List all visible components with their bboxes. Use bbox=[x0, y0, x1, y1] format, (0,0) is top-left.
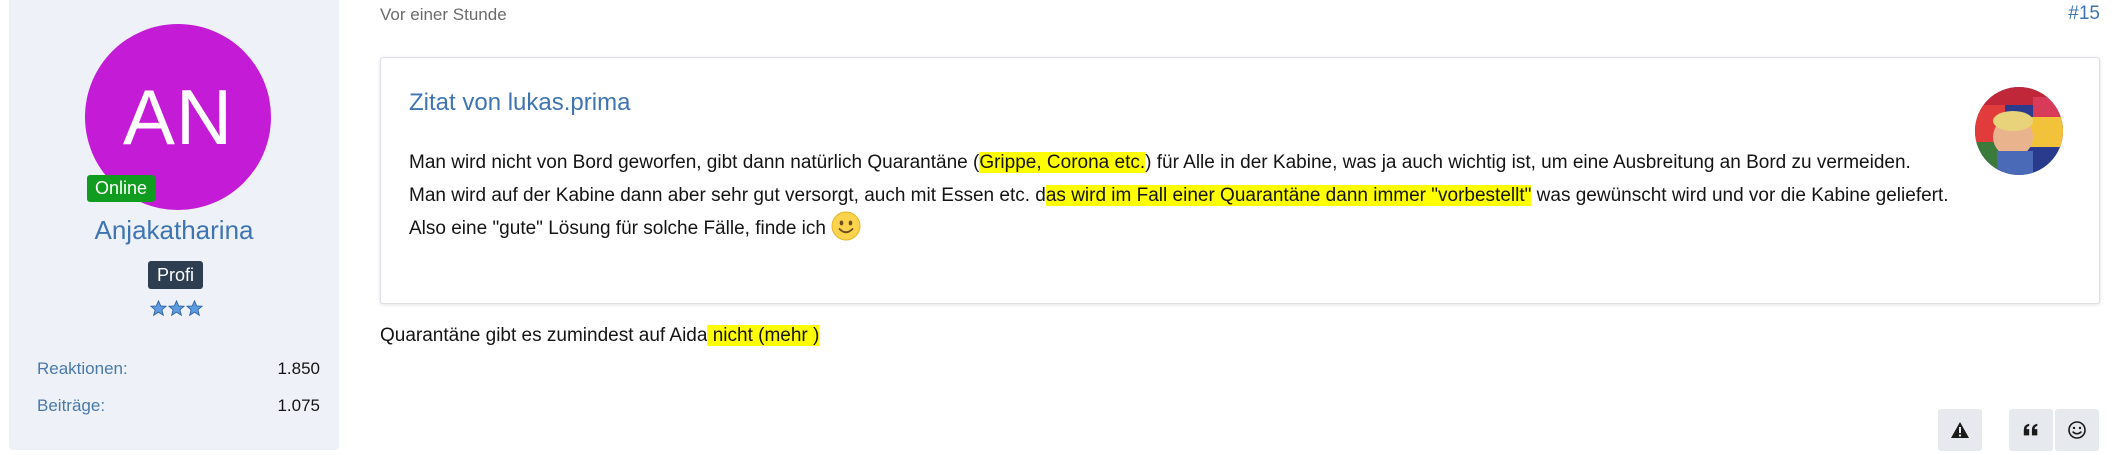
smiley-icon bbox=[2068, 421, 2086, 439]
star-icon bbox=[186, 300, 203, 317]
role-badge: Profi bbox=[148, 261, 204, 289]
star-icon bbox=[168, 300, 185, 317]
quote-content: Man wird nicht von Bord geworfen, gibt d… bbox=[409, 146, 2049, 245]
quote-title[interactable]: Zitat von lukas.prima bbox=[409, 89, 630, 117]
quote-block: Zitat von lukas.prima Man wird nicht von… bbox=[380, 57, 2100, 304]
warning-icon bbox=[1951, 422, 1969, 438]
star-icon bbox=[150, 300, 167, 317]
stat-reactions: Reaktionen: 1.850 bbox=[37, 359, 320, 379]
quote-text: Also eine "gute" Lösung für solche Fälle… bbox=[409, 218, 826, 239]
quote-text: Man wird auf der Kabine dann aber sehr g… bbox=[409, 185, 1046, 206]
quote-text: ) für Alle in der Kabine, was ja auch wi… bbox=[1145, 152, 1911, 173]
stat-label: Beiträge: bbox=[37, 396, 106, 415]
post-number[interactable]: #15 bbox=[2068, 3, 2100, 25]
quote-text: Man wird nicht von Bord geworfen, gibt d… bbox=[409, 152, 980, 173]
avatar-initials: AN bbox=[122, 72, 234, 161]
react-button[interactable] bbox=[2055, 409, 2099, 451]
user-sidebar: AN Online Anjakatharina Profi Reaktionen… bbox=[9, 0, 339, 450]
highlighted-text: Grippe, Corona etc. bbox=[979, 152, 1146, 173]
stat-value: 1.075 bbox=[277, 396, 320, 415]
stat-label: Reaktionen: bbox=[37, 359, 128, 378]
quote-button[interactable] bbox=[2009, 409, 2053, 451]
quote-icon bbox=[2023, 423, 2038, 436]
online-badge: Online bbox=[87, 175, 156, 202]
highlighted-text: nicht (mehr ) bbox=[707, 325, 820, 346]
rank-stars bbox=[150, 300, 205, 320]
stat-value: 1.850 bbox=[277, 359, 320, 378]
post-body: Quarantäne gibt es zumindest auf Aida ni… bbox=[380, 325, 820, 347]
highlighted-text: as wird im Fall einer Quarantäne dann im… bbox=[1045, 185, 1532, 206]
post-date[interactable]: Vor einer Stunde bbox=[380, 5, 507, 25]
smiley-emoji-icon bbox=[831, 211, 861, 241]
report-button[interactable] bbox=[1938, 409, 1982, 451]
username-link[interactable]: Anjakatharina bbox=[9, 215, 339, 246]
quote-text: was gewünscht wird und vor die Kabine ge… bbox=[1531, 185, 1949, 206]
post-text: Quarantäne gibt es zumindest auf Aida bbox=[380, 325, 708, 346]
stat-posts: Beiträge: 1.075 bbox=[37, 396, 320, 416]
